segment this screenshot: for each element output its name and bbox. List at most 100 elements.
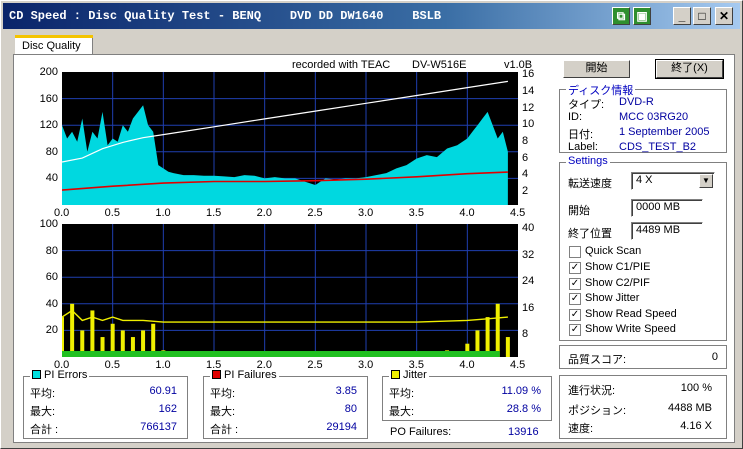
speed-readout-label: 速度: [568,423,594,435]
pi-errors-max-label: 最大: [30,406,56,418]
date-label: 日付: [568,129,594,141]
top-x-tick: 1.5 [206,207,222,219]
jitter-max: 28.8 % [506,403,541,415]
show-pif-label: Show C2/PIF [585,277,650,289]
top-y-right-tick: 10 [522,118,535,131]
top-x-tick: 2.0 [256,207,272,219]
bottom-y-right-tick: 40 [522,221,535,234]
bottom-x-tick: 0.0 [54,359,70,371]
progress-value: 100 % [680,382,712,394]
top-x-tick: 3.0 [358,207,374,219]
top-y-right-tick: 2 [522,184,529,197]
speed-select-value: 4 X [636,174,653,186]
top-y-right-tick: 4 [522,168,529,181]
top-x-tick: 2.5 [307,207,323,219]
start-button[interactable]: 開始 [563,60,630,78]
minimize-button[interactable]: _ [673,7,691,25]
pi-failures-swatch [212,370,221,379]
show-pie-label: Show C1/PIE [585,261,651,273]
show-jitter-checkbox[interactable]: ✓ [569,293,581,305]
id-label: ID: [568,111,583,123]
quick-scan-label: Quick Scan [585,245,642,257]
bottom-y-left-tick: 60 [45,271,58,284]
pi-errors-total-label: 合計 : [30,424,59,436]
show-write-speed-checkbox[interactable]: ✓ [569,324,581,336]
close-button[interactable]: ✕ [715,7,733,25]
pi-errors-group: PI Errors 平均: 60.91 最大: 162 合計 : 766137 [23,369,188,439]
bottom-x-tick: 4.5 [510,359,526,371]
bottom-x-tick: 1.0 [155,359,171,371]
show-pie-checkbox[interactable]: ✓ [569,262,581,274]
pi-errors-avg-label: 平均: [30,388,56,400]
bottom-y-left-tick: 20 [45,324,58,337]
pi-errors-avg: 60.91 [149,385,177,397]
top-y-left-tick: 160 [39,92,58,105]
pi-failures-group: PI Failures 平均: 3.85 最大: 80 合計 : 29194 [203,369,368,439]
end-position-input[interactable]: 4489 MB [631,222,703,240]
label-label: Label: [568,141,598,153]
bottom-y-right-tick: 8 [522,328,529,341]
settings-title: Settings [566,155,610,167]
chevron-down-icon[interactable]: ▼ [699,174,713,188]
jitter-swatch [391,370,400,379]
pif-bar [495,303,500,357]
end-position-label: 終了位置 [568,228,612,240]
pi-errors-max: 162 [158,403,177,415]
maximize-button[interactable]: □ [693,7,711,25]
jitter-group: Jitter 平均: 11.09 % 最大: 28.8 % [382,369,552,421]
top-y-left-tick: 120 [39,119,58,132]
start-position-label: 開始 [568,205,590,217]
disc-quality-panel: recorded with TEAC DV-W516E v1.0B 開始 終了(… [13,54,735,443]
disc-info-group: ディスク情報 タイプ: DVD-R ID: MCC 03RG20 日付: 1 S… [559,82,727,153]
top-y-right-tick: 16 [522,68,535,81]
window-title: CD Speed : Disc Quality Test - BENQ DVD … [9,9,442,23]
tab-disc-quality[interactable]: Disc Quality [15,35,93,55]
speed-select[interactable]: 4 X ▼ [631,172,715,190]
quality-score-box: 品質スコア: 0 [559,345,727,369]
bottom-x-tick: 0.5 [104,359,120,371]
speed-readout-value: 4.16 X [680,420,712,432]
start-position-input[interactable]: 0000 MB [631,199,703,217]
label-value: CDS_TEST_B2 [619,141,697,153]
pi-failures-avg-label: 平均: [210,388,236,400]
recorder-drive: DV-W516E [412,59,467,71]
top-y-right-tick: 8 [522,134,529,147]
top-x-tick: 3.5 [408,207,424,219]
bottom-y-right-tick: 24 [522,275,535,288]
bottom-x-tick: 2.0 [256,359,272,371]
quick-scan-checkbox[interactable] [569,246,581,258]
progress-label: 進行状況: [568,385,616,397]
pi-errors-swatch [32,370,41,379]
app-window: CD Speed : Disc Quality Test - BENQ DVD … [0,0,743,449]
po-failures-label: PO Failures: [390,426,452,438]
jitter-line [62,309,508,323]
jitter-avg: 11.09 % [501,385,541,397]
top-y-left-tick: 40 [45,172,58,185]
progress-box: 進行状況: 100 % ポジション: 4488 MB 速度: 4.16 X [559,375,727,439]
stop-button[interactable]: 終了(X) [655,59,724,79]
pi-failures-total: 29194 [326,421,357,433]
bottom-x-tick: 3.0 [358,359,374,371]
pi-failures-max-label: 最大: [210,406,236,418]
po-failures-value: 13916 [508,426,539,438]
bottom-y-right-tick: 32 [522,248,535,261]
pif-base-area [62,351,500,357]
save-icon[interactable]: ▣ [633,7,651,25]
type-value: DVD-R [619,96,654,108]
top-y-left-tick: 200 [39,66,58,78]
show-read-speed-checkbox[interactable]: ✓ [569,309,581,321]
pif-bar [505,337,510,357]
pif-jitter-chart [62,224,518,357]
top-x-tick: 4.0 [459,207,475,219]
show-write-speed-label: Show Write Speed [585,323,676,335]
title-bar[interactable]: CD Speed : Disc Quality Test - BENQ DVD … [3,3,740,29]
position-value: 4488 MB [667,402,712,414]
show-pif-checkbox[interactable]: ✓ [569,278,581,290]
pi-failures-avg: 3.85 [335,385,357,397]
bottom-x-tick: 4.0 [459,359,475,371]
show-read-speed-label: Show Read Speed [585,308,677,320]
show-jitter-label: Show Jitter [585,292,640,304]
pie-area [62,105,508,205]
copy-icon[interactable]: ⧉ [612,7,630,25]
quality-score-value: 0 [711,351,718,363]
